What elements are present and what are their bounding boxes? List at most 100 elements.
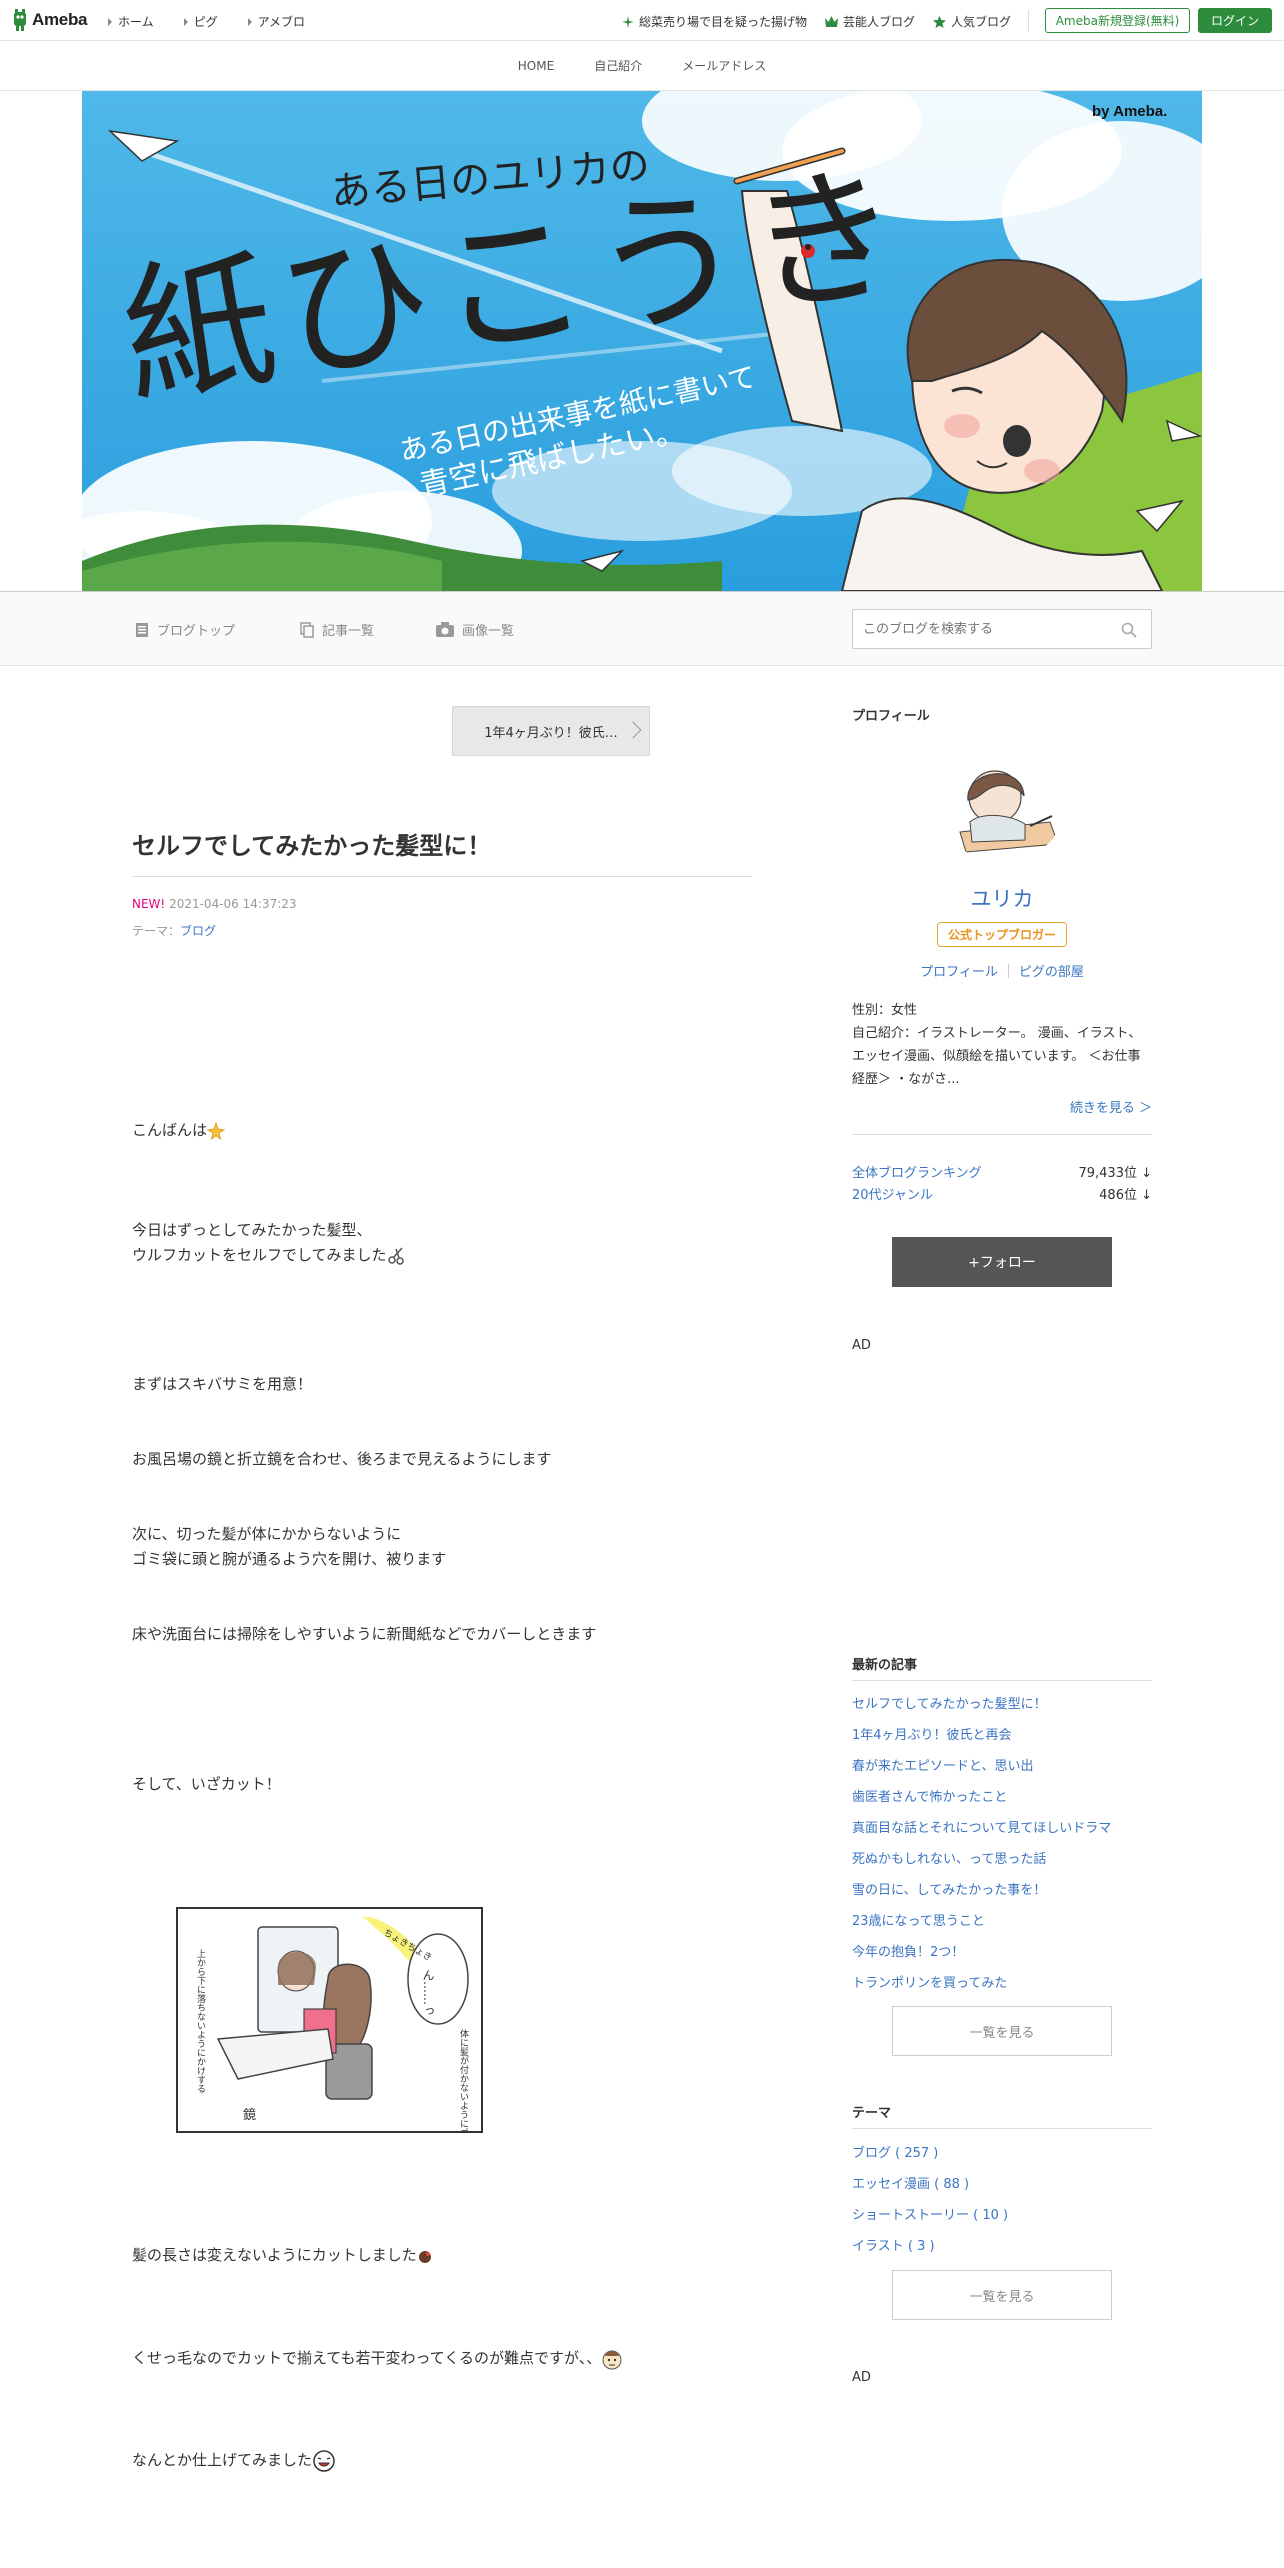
nav-ameblo[interactable]: アメブロ [247,13,306,30]
recent-entry-link[interactable]: 春が来たエピソードと、思い出 [852,1755,1033,1774]
divider [852,1680,1152,1681]
recent-entry-link[interactable]: 23歳になって思うこと [852,1910,985,1929]
copy-icon [300,621,314,638]
nav-pig-label: ピグ [193,15,218,29]
blog-top-link[interactable]: ブログトップ [135,620,235,639]
recent-entry-link[interactable]: トランポリンを買ってみた [852,1972,1007,1991]
subnav-home[interactable]: HOME [518,59,554,73]
search-icon[interactable] [1121,622,1137,638]
article-paragraph: お風呂場の鏡と折立鏡を合わせ、後ろまで見えるようにします [132,1450,552,1468]
ranking-genre-label: 20代ジャンル [852,1188,933,1203]
haircut-illustration: ん……っ 上から下に落ちないようにかけする 体に髪が付かないようにゴミ袋を被る … [178,1909,481,2182]
ranking-overall[interactable]: 全体ブログランキング 79,433位 ↓ [852,1162,1152,1181]
paragraph-text: なんとか仕上げてみました [132,2451,313,2469]
smiling-face-icon [313,2449,335,2472]
login-button[interactable]: ログイン [1198,8,1272,33]
star-plus-icon [622,15,634,28]
profile-name[interactable]: ユリカ [852,883,1152,913]
article-paragraph: まずはスキバサミを用意！ [132,1375,313,1393]
article-date: 2021-04-06 14:37:23 [169,897,297,911]
blog-header-nav: HOME 自己紹介 メールアドレス [0,41,1284,91]
article-paragraph: 髪の長さは変えないようにカットしました [132,2243,433,2268]
theme-link[interactable]: エッセイ漫画 ( 88 ) [852,2173,969,2192]
recent-entry-link[interactable]: 1年4ヶ月ぶり！彼氏と再会 [852,1724,1012,1743]
nav-home[interactable]: ホーム [108,13,154,30]
chevron-right-icon [624,721,642,739]
featured-link-news-label: 総菜売り場で目を疑った揚げ物 [639,15,808,29]
follow-button[interactable]: +フォロー [892,1237,1112,1287]
recent-entry-link[interactable]: セルフでしてみたかった髪型に！ [852,1693,1047,1712]
star-icon [933,15,947,28]
theme-link[interactable]: ブログ [180,924,216,938]
speech-bubble-text: ん……っ [421,1969,435,2017]
triangle-icon [247,17,252,26]
theme-list-more-button[interactable]: 一覧を見る [892,2270,1112,2320]
divider [852,1134,1152,1135]
profile-link[interactable]: プロフィール [920,961,998,980]
official-blogger-badge: 公式トップブロガー [937,922,1067,947]
nav-pig[interactable]: ピグ [183,13,218,30]
profile-gender: 性別：女性 [852,1003,918,1018]
crown-icon [825,16,839,27]
theme-prefix: テーマ： [132,924,181,938]
article-paragraph: そして、いざカット！ [132,1775,281,1793]
triangle-icon [183,17,188,26]
previous-entry-button[interactable]: 1年4ヶ月ぶり！彼氏… [452,706,650,756]
image-list-label: 画像一覧 [462,624,515,639]
sparkle-star-icon [207,1121,226,1140]
theme-link[interactable]: イラスト ( 3 ) [852,2235,935,2254]
featured-link-news[interactable]: 総菜売り場で目を疑った揚げ物 [622,13,807,30]
read-more-link[interactable]: 続きを見る ＞ [852,1097,1152,1116]
document-icon [136,622,148,637]
article-paragraph: なんとか仕上げてみました [132,2448,336,2473]
theme-link[interactable]: ショートストーリー ( 10 ) [852,2204,1008,2223]
nav-ameblo-label: アメブロ [257,15,306,29]
illustration-note-right: 体に髪が付かないようにゴミ袋を被る [458,2028,469,2131]
article-paragraph: くせっ毛なのでカットで揃えても若干変わってくるのが難点ですが、、 [132,2346,623,2371]
recent-entry-link[interactable]: 歯医者さんで怖かったこと [852,1786,1007,1805]
ameba-mascot-icon [14,9,26,31]
divider [852,2128,1152,2129]
previous-entry-label: 1年4ヶ月ぶり！彼氏… [484,725,618,741]
hair-icon [418,2250,431,2263]
article-paragraph: 床や洗面台には掃除をしやすいように新聞紙などでカバーしときます [132,1625,597,1643]
register-button[interactable]: Ameba新規登録(無料) [1045,8,1190,33]
subnav-mail[interactable]: メールアドレス [682,57,766,74]
entry-list-link[interactable]: 記事一覧 [300,620,374,639]
article-title: セルフでしてみたかった髪型に！ [132,832,492,860]
camera-icon [436,622,454,637]
ameba-logo[interactable]: Ameba [12,8,87,32]
divider [1007,964,1009,978]
ad-label: AD [852,2370,871,2385]
blog-search-input[interactable] [853,610,1103,648]
recent-entry-link[interactable]: 真面目な話とそれについて見てほしいドラマ [852,1817,1111,1836]
paragraph-text: ゴミ袋に頭と腕が通るよう穴を開け、被ります [132,1550,447,1568]
profile-heading: プロフィール [852,709,930,724]
article-meta: NEW! 2021-04-06 14:37:23 [132,897,297,911]
nav-home-label: ホーム [118,15,154,29]
blog-search-box[interactable] [852,609,1152,649]
blog-top-label: ブログトップ [157,624,236,639]
ranking-overall-label: 全体ブログランキング [852,1166,982,1181]
recent-entry-link[interactable]: 死ぬかもしれない、って思った話 [852,1848,1046,1867]
paragraph-text: こんばんは [132,1121,208,1139]
subnav-profile[interactable]: 自己紹介 [594,57,642,74]
ranking-genre-value: 486位 ↓ [1099,1188,1152,1203]
article-illustration[interactable]: ん……っ 上から下に落ちないようにかけする 体に髪が付かないようにゴミ袋を被る … [176,1907,483,2182]
avatar[interactable] [940,752,1064,862]
theme-link[interactable]: ブログ ( 257 ) [852,2142,938,2161]
featured-link-celebrity[interactable]: 芸能人ブログ [825,13,915,30]
blog-header-banner[interactable]: ある日のユリカの 紙ひこうき ある日の出来事を紙に書いて 青空に飛ばしたい。 b… [82,91,1202,591]
global-nav: ホーム ピグ アメブロ [108,13,305,30]
blog-menu: ブログトップ 記事一覧 画像一覧 [0,591,1284,666]
ameba-logo-text: Ameba [32,10,88,29]
recent-entry-link[interactable]: 雪の日に、してみたかった事を！ [852,1879,1046,1898]
recent-entry-link[interactable]: 今年の抱負！2つ！ [852,1941,964,1960]
profile-links: プロフィール ピグの部屋 [852,961,1152,980]
image-list-link[interactable]: 画像一覧 [436,620,514,639]
featured-link-popular[interactable]: 人気ブログ [933,13,1011,30]
pig-room-link[interactable]: ピグの部屋 [1019,961,1084,980]
recent-list-more-button[interactable]: 一覧を見る [892,2006,1112,2056]
divider [1028,10,1029,32]
ranking-genre[interactable]: 20代ジャンル 486位 ↓ [852,1184,1152,1203]
